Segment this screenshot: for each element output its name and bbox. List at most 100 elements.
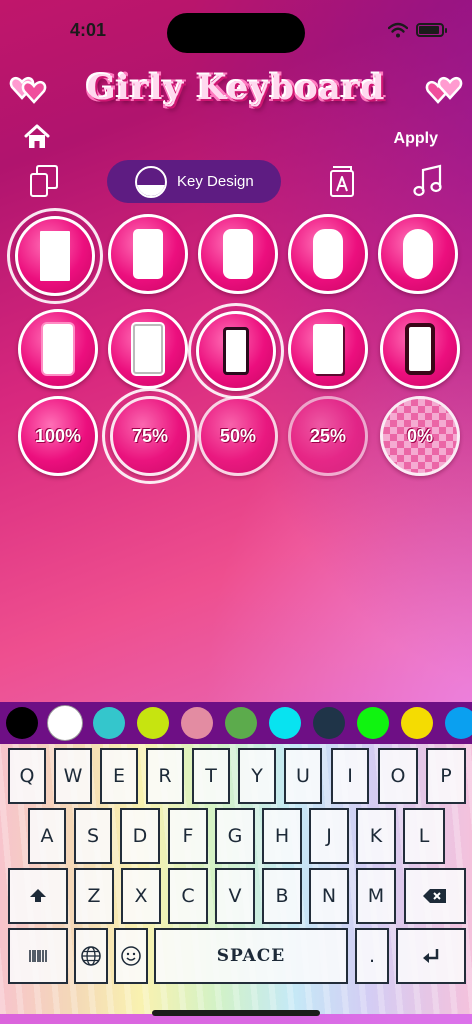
opacity-option-50[interactable]: 50% bbox=[198, 396, 278, 476]
barcode-key[interactable] bbox=[8, 928, 68, 984]
key-j[interactable]: J bbox=[309, 808, 349, 864]
globe-key[interactable] bbox=[74, 928, 108, 984]
dynamic-island bbox=[167, 13, 305, 53]
opacity-option-75[interactable]: 75% bbox=[102, 388, 198, 484]
opacity-option-0[interactable]: 0% bbox=[380, 396, 460, 476]
color-swatch[interactable] bbox=[357, 707, 389, 739]
color-swatch[interactable] bbox=[401, 707, 433, 739]
color-swatch[interactable] bbox=[137, 707, 169, 739]
key-h[interactable]: H bbox=[262, 808, 302, 864]
key-d[interactable]: D bbox=[120, 808, 160, 864]
opacity-option-25[interactable]: 25% bbox=[288, 396, 368, 476]
music-note-icon[interactable] bbox=[412, 164, 444, 198]
title-bar: Girly Keyboard bbox=[0, 62, 472, 114]
key-preview bbox=[133, 229, 163, 279]
key-shape-pill[interactable] bbox=[288, 214, 368, 294]
key-style-dark-bordered[interactable] bbox=[380, 309, 460, 389]
backspace-key[interactable] bbox=[404, 868, 466, 924]
color-swatch-selected[interactable] bbox=[48, 706, 82, 740]
key-r[interactable]: R bbox=[146, 748, 184, 804]
key-shape-round-pill[interactable] bbox=[378, 214, 458, 294]
layout-icon[interactable] bbox=[28, 164, 60, 198]
color-swatch[interactable] bbox=[6, 707, 38, 739]
emoji-key[interactable] bbox=[114, 928, 148, 984]
opacity-label: 50% bbox=[219, 425, 257, 446]
color-swatch[interactable] bbox=[225, 707, 257, 739]
color-swatch[interactable] bbox=[93, 707, 125, 739]
smiley-icon bbox=[121, 946, 141, 966]
key-l[interactable]: L bbox=[403, 808, 445, 864]
return-icon bbox=[423, 949, 439, 963]
period-key[interactable]: . bbox=[355, 928, 389, 984]
key-style-dark-framed[interactable] bbox=[188, 303, 284, 399]
backspace-icon bbox=[423, 889, 446, 903]
app-title: Girly Keyboard bbox=[86, 68, 386, 108]
opacity-label: 0% bbox=[406, 425, 433, 446]
key-c[interactable]: C bbox=[168, 868, 208, 924]
key-shape-rounded-rectangle[interactable] bbox=[108, 214, 188, 294]
key-o[interactable]: O bbox=[378, 748, 418, 804]
key-shape-rounded-rectangle-2[interactable] bbox=[198, 214, 278, 294]
double-heart-icon bbox=[425, 76, 463, 104]
color-swatch[interactable] bbox=[313, 707, 345, 739]
key-s[interactable]: S bbox=[74, 808, 112, 864]
key-preview bbox=[313, 229, 343, 279]
tab-key-design[interactable]: Key Design bbox=[107, 160, 281, 203]
font-icon[interactable] bbox=[327, 164, 359, 198]
key-preview bbox=[313, 324, 343, 374]
key-preview bbox=[223, 327, 249, 375]
globe-icon bbox=[81, 946, 101, 966]
key-v[interactable]: V bbox=[215, 868, 255, 924]
key-m[interactable]: M bbox=[356, 868, 396, 924]
key-i[interactable]: I bbox=[331, 748, 369, 804]
key-q[interactable]: Q bbox=[8, 748, 46, 804]
tab-bar: Key Design bbox=[0, 160, 472, 204]
key-preview bbox=[223, 229, 253, 279]
key-shape-rectangle[interactable] bbox=[7, 208, 103, 304]
keyboard-preview: Q W E R T Y U I O P A S D F G H J K L Z … bbox=[0, 744, 472, 1014]
key-preview bbox=[403, 229, 433, 279]
key-g[interactable]: G bbox=[215, 808, 255, 864]
key-preview bbox=[133, 324, 163, 374]
tab-key-design-label: Key Design bbox=[177, 173, 254, 190]
status-icons bbox=[388, 22, 447, 38]
key-y[interactable]: Y bbox=[238, 748, 276, 804]
color-swatch[interactable] bbox=[181, 707, 213, 739]
key-z[interactable]: Z bbox=[74, 868, 114, 924]
color-swatch[interactable] bbox=[445, 707, 472, 739]
key-w[interactable]: W bbox=[54, 748, 92, 804]
key-e[interactable]: E bbox=[100, 748, 138, 804]
key-style-shadow-framed[interactable] bbox=[288, 309, 368, 389]
shift-key[interactable] bbox=[8, 868, 68, 924]
opacity-label: 25% bbox=[309, 425, 347, 446]
key-n[interactable]: N bbox=[309, 868, 349, 924]
shift-icon bbox=[30, 889, 46, 902]
space-key[interactable]: SPACE bbox=[154, 928, 348, 984]
opacity-label: 75% bbox=[131, 425, 169, 446]
status-bar: 4:01 bbox=[0, 0, 472, 64]
battery-icon bbox=[416, 23, 447, 37]
key-f[interactable]: F bbox=[168, 808, 208, 864]
key-style-double-framed[interactable] bbox=[108, 309, 188, 389]
key-style-framed[interactable] bbox=[18, 309, 98, 389]
return-key[interactable] bbox=[396, 928, 466, 984]
key-t[interactable]: T bbox=[192, 748, 230, 804]
barcode-icon bbox=[29, 950, 47, 962]
home-icon[interactable] bbox=[24, 124, 50, 150]
key-b[interactable]: B bbox=[262, 868, 302, 924]
key-preview bbox=[405, 323, 435, 375]
key-k[interactable]: K bbox=[356, 808, 396, 864]
key-x[interactable]: X bbox=[121, 868, 161, 924]
color-swatch[interactable] bbox=[269, 707, 301, 739]
key-u[interactable]: U bbox=[284, 748, 322, 804]
key-a[interactable]: A bbox=[28, 808, 66, 864]
color-palette bbox=[0, 702, 472, 744]
apply-button[interactable]: Apply bbox=[394, 130, 438, 148]
home-indicator bbox=[152, 1010, 320, 1016]
key-design-icon bbox=[135, 165, 167, 198]
opacity-option-100[interactable]: 100% bbox=[18, 396, 98, 476]
status-time: 4:01 bbox=[70, 20, 107, 40]
key-p[interactable]: P bbox=[426, 748, 466, 804]
key-preview bbox=[43, 324, 73, 374]
key-preview bbox=[40, 231, 70, 281]
